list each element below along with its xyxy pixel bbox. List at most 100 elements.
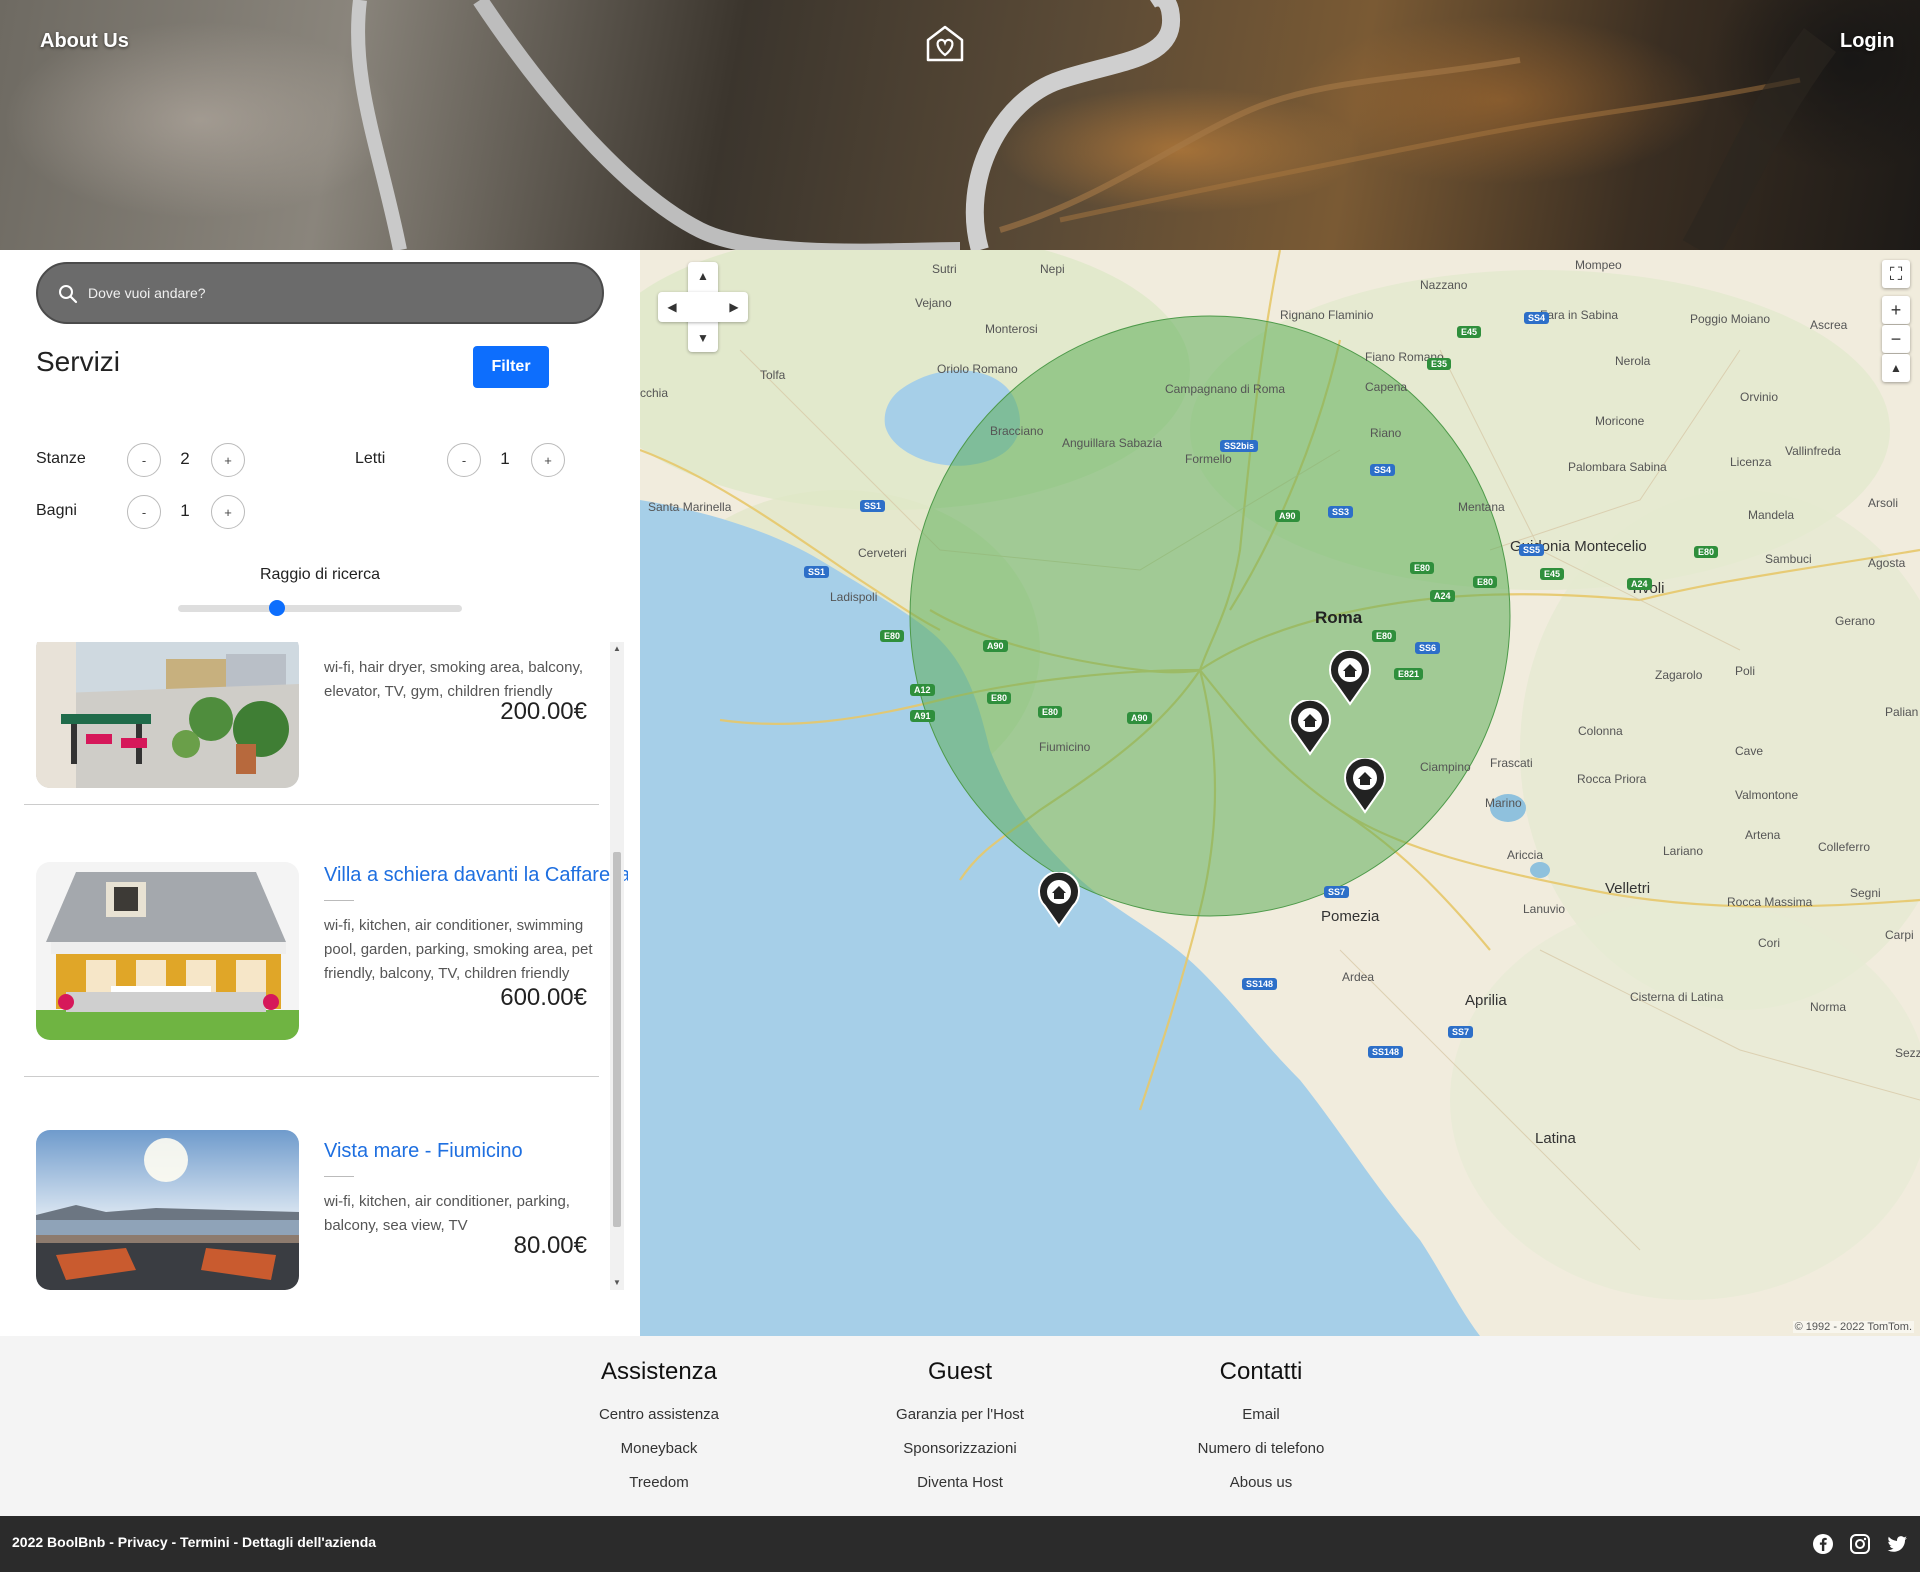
map-place-label: Capena — [1365, 380, 1408, 394]
footer-link[interactable]: Centro assistenza — [539, 1398, 779, 1432]
road-shield: SS7 — [1448, 1026, 1474, 1038]
map-view[interactable]: Sutri Nepi Mompeo Nazzano Vejano Rignano… — [640, 250, 1920, 1336]
pan-down-icon[interactable]: ▼ — [693, 328, 713, 348]
footer-link[interactable]: Garanzia per l'Host — [840, 1398, 1080, 1432]
footer-link[interactable]: Abous us — [1141, 1466, 1381, 1500]
map-place-label: Agosta — [1868, 556, 1906, 570]
map-pin-icon[interactable] — [1328, 650, 1372, 706]
listing-list: wi-fi, hair dryer, smoking area, balcony… — [0, 642, 628, 1290]
facebook-icon[interactable] — [1812, 1533, 1834, 1555]
map-place-label: Campagnano di Roma — [1165, 382, 1286, 396]
map-place-label: Nerola — [1615, 354, 1651, 368]
road-shield: SS148 — [1368, 1046, 1404, 1058]
search-bar[interactable] — [36, 262, 604, 324]
footer: Assistenza Centro assistenza Moneyback T… — [0, 1336, 1920, 1516]
map-pin-icon[interactable] — [1288, 700, 1332, 756]
map-pan-control[interactable]: ▲ ▼ ◀ ▶ — [658, 262, 748, 352]
map-place-label: Tolfa — [760, 368, 786, 382]
search-input[interactable] — [88, 278, 568, 308]
map-base-layer — [640, 250, 1920, 1336]
footer-column-title: Contatti — [1219, 1358, 1303, 1385]
map-place-label: Bracciano — [990, 424, 1044, 438]
map-place-label: Arsoli — [1868, 496, 1899, 510]
map-pin-icon[interactable] — [1037, 872, 1081, 928]
footer-link[interactable]: Treedom — [539, 1466, 779, 1500]
road-shield: A90 — [983, 640, 1008, 652]
map-place-label: Oriolo Romano — [937, 362, 1018, 376]
road-shield: A24 — [1430, 590, 1455, 602]
footer-link[interactable]: Email — [1141, 1398, 1381, 1432]
search-panel: Servizi Filter Stanze - 2 + Letti - 1 + … — [0, 250, 640, 1336]
radius-slider-thumb[interactable] — [269, 600, 286, 616]
map-place-label-fiumicino: Fiumicino — [1039, 740, 1091, 754]
beds-plus-button[interactable]: + — [531, 443, 565, 477]
pan-right-icon[interactable]: ▶ — [724, 297, 744, 317]
zoom-in-icon[interactable]: + — [1882, 296, 1910, 324]
home-heart-logo-icon[interactable] — [924, 24, 966, 64]
road-shield: E821 — [1394, 668, 1424, 680]
beds-minus-button[interactable]: - — [447, 443, 481, 477]
scrollbar-thumb[interactable] — [613, 852, 621, 1227]
map-place-label: Monterosi — [985, 322, 1038, 336]
radius-slider[interactable] — [178, 600, 462, 616]
map-place-label: Mentana — [1458, 500, 1505, 514]
map-copyright: © 1992 - 2022 TomTom. — [1792, 1321, 1914, 1333]
map-place-label: Velletri — [1605, 880, 1651, 897]
map-place-label: Anguillara Sabazia — [1062, 436, 1163, 450]
pan-left-icon[interactable]: ◀ — [662, 297, 682, 317]
listing-card[interactable]: Villa a schiera davanti la Caffarella wi… — [24, 824, 628, 1078]
listing-photo-villa[interactable] — [36, 862, 299, 1040]
baths-minus-button[interactable]: - — [127, 495, 161, 529]
fullscreen-icon[interactable]: ⛶ — [1882, 260, 1910, 288]
map-place-label: Marino — [1485, 796, 1522, 810]
map-place-label: Sutri — [932, 262, 957, 276]
map-place-label: Sezz — [1895, 1046, 1920, 1060]
road-shield: E80 — [880, 630, 905, 642]
road-shield: A24 — [1627, 578, 1652, 590]
footer-link[interactable]: Sponsorizzazioni — [840, 1432, 1080, 1466]
map-place-label: Frascati — [1490, 756, 1533, 770]
map-place-label: Santa Marinella — [648, 500, 732, 514]
map-place-label: Rignano Flaminio — [1280, 308, 1374, 322]
rooms-plus-button[interactable]: + — [211, 443, 245, 477]
footer-link[interactable]: Moneyback — [539, 1432, 779, 1466]
scroll-up-arrow[interactable]: ▲ — [612, 644, 622, 654]
listing-separator — [24, 1076, 599, 1077]
listing-title-link[interactable]: Villa a schiera davanti la Caffarella — [324, 864, 628, 887]
about-us-link[interactable]: About Us — [40, 30, 129, 53]
scroll-down-arrow[interactable]: ▼ — [612, 1278, 622, 1288]
listing-title-link[interactable]: Vista mare - Fiumicino — [324, 1140, 523, 1163]
hero-banner: About Us Login — [0, 0, 1920, 250]
footer-column-contatti: Contatti Email Numero di telefono Abous … — [1141, 1358, 1381, 1500]
listing-photo-terrace[interactable] — [36, 642, 299, 788]
listing-card[interactable]: wi-fi, hair dryer, smoking area, balcony… — [24, 642, 599, 806]
road-shield: A91 — [910, 710, 935, 722]
map-place-label: Nepi — [1040, 262, 1065, 276]
baths-value: 1 — [180, 501, 190, 520]
footer-link[interactable]: Diventa Host — [840, 1466, 1080, 1500]
twitter-icon[interactable] — [1886, 1533, 1908, 1555]
road-shield: SS2bis — [1220, 440, 1259, 452]
map-place-label-roma: Roma — [1315, 608, 1363, 627]
map-place-label: Poli — [1735, 664, 1756, 678]
listing-photo-sea-view[interactable] — [36, 1130, 299, 1290]
login-link[interactable]: Login — [1840, 30, 1894, 53]
footer-column-title: Guest — [927, 1358, 993, 1385]
baths-plus-button[interactable]: + — [211, 495, 245, 529]
map-place-label: Rocca Priora — [1577, 772, 1647, 786]
rooms-minus-button[interactable]: - — [127, 443, 161, 477]
rooms-value: 2 — [180, 449, 190, 468]
zoom-out-icon[interactable]: − — [1882, 325, 1910, 353]
pan-up-icon[interactable]: ▲ — [693, 266, 713, 286]
map-pin-icon[interactable] — [1343, 758, 1387, 814]
map-place-label: Colonna — [1578, 724, 1623, 738]
road-shield: E80 — [1473, 576, 1498, 588]
listing-scrollbar[interactable]: ▲ ▼ — [610, 642, 624, 1290]
filter-button[interactable]: Filter — [473, 346, 549, 388]
map-place-label: Cerveteri — [858, 546, 907, 560]
road-shield: E35 — [1427, 358, 1452, 370]
listing-card[interactable]: Vista mare - Fiumicino wi-fi, kitchen, a… — [24, 1078, 599, 1290]
compass-icon[interactable]: ▲ — [1882, 354, 1910, 382]
footer-link[interactable]: Numero di telefono — [1141, 1432, 1381, 1466]
instagram-icon[interactable] — [1849, 1533, 1871, 1555]
